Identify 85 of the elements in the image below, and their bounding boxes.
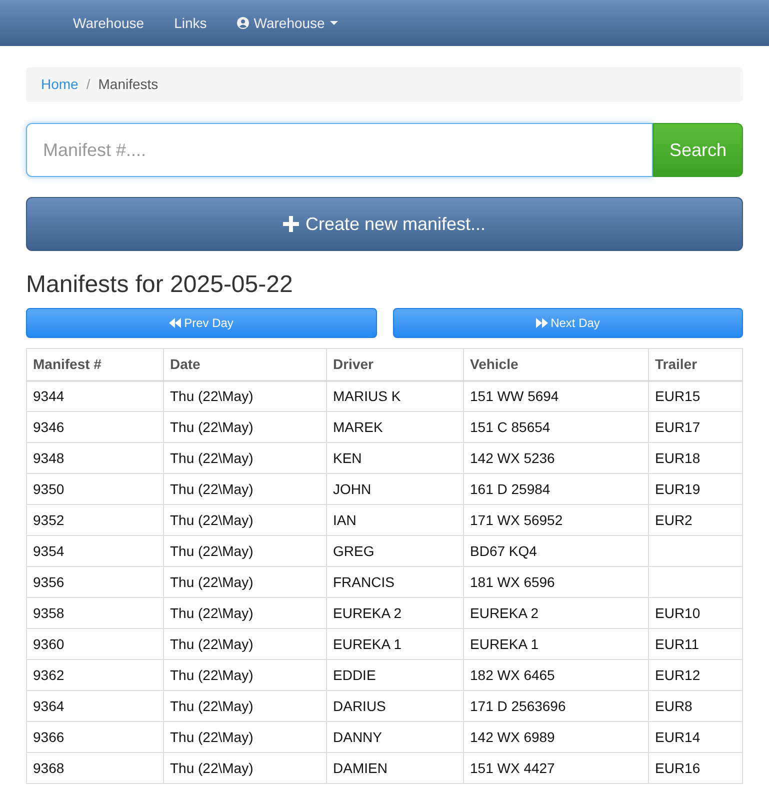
table-cell: EUR10	[648, 598, 742, 628]
table-cell: Thu (22\May)	[164, 660, 326, 690]
table-cell: 171 WX 56952	[464, 504, 648, 536]
table-cell: 9364	[26, 690, 164, 722]
table-cell: MAREK	[326, 412, 464, 442]
plus-icon	[283, 216, 300, 232]
table-cell: EUR8	[648, 690, 742, 722]
double-right-arrow-icon	[536, 318, 548, 328]
page-heading: Manifests for 2025-05-22	[26, 270, 294, 300]
table-cell: BD67 KQ4	[464, 536, 648, 566]
table-cell: IAN	[326, 504, 464, 536]
table-cell: Thu (22\May)	[164, 628, 326, 660]
table-cell: EUREKA 2	[464, 598, 648, 628]
table-cell: Thu (22\May)	[164, 412, 326, 442]
table-cell: 9358	[26, 598, 164, 628]
table-cell: 9354	[26, 536, 164, 566]
table-cell: JOHN	[326, 474, 464, 504]
table-cell: FRANCIS	[326, 566, 464, 598]
table-cell: MARIUS K	[326, 380, 464, 412]
column-header: Vehicle	[464, 348, 648, 380]
table-cell: EUR14	[648, 722, 742, 752]
table-cell: GREG	[326, 536, 464, 566]
table-cell: 151 C 85654	[464, 412, 648, 442]
table-cell: KEN	[326, 442, 464, 474]
table-cell: EUR16	[648, 752, 742, 784]
table-cell: EUREKA 1	[464, 628, 648, 660]
table-cell: EUR17	[648, 412, 742, 442]
search-button[interactable]: Search	[653, 123, 743, 177]
column-header: Trailer	[648, 348, 742, 380]
table-cell: 9362	[26, 660, 164, 690]
table-cell: Thu (22\May)	[164, 536, 326, 566]
table-cell: DAMIEN	[326, 752, 464, 784]
table-cell: EUR12	[648, 660, 742, 690]
table-cell: Thu (22\May)	[164, 752, 326, 784]
table-cell: 142 WX 6989	[464, 722, 648, 752]
table-cell: EUREKA 1	[326, 628, 464, 660]
nav-link[interactable]: Links	[159, 12, 222, 34]
table-cell: 151 WW 5694	[464, 380, 648, 412]
table-cell: 151 WX 4427	[464, 752, 648, 784]
user-menu[interactable]: Warehouse	[222, 12, 353, 34]
previous-day-button[interactable]: Prev Day	[26, 308, 376, 338]
nav-link[interactable]: Warehouse	[58, 12, 160, 34]
table-cell: Thu (22\May)	[164, 690, 326, 722]
next-day-button[interactable]: Next Day	[392, 308, 743, 338]
table-cell: 9352	[26, 504, 164, 536]
table-cell: 9366	[26, 722, 164, 752]
table-cell: EUR18	[648, 442, 742, 474]
table-cell: 9348	[26, 442, 164, 474]
breadcrumb-separator: /	[85, 75, 92, 94]
double-left-arrow-icon	[169, 318, 182, 328]
table-cell: 9360	[26, 628, 164, 660]
create-manifest-button[interactable]: Create new manifest...	[26, 197, 743, 251]
breadcrumb-link[interactable]: Home	[41, 74, 78, 95]
table-cell: EUR2	[648, 504, 742, 536]
table-cell: DARIUS	[326, 690, 464, 722]
table-cell: EUREKA 2	[326, 598, 464, 628]
table-cell: 182 WX 6465	[464, 660, 648, 690]
table-cell: Thu (22\May)	[164, 442, 326, 474]
search-field[interactable]: Manifest #....	[26, 123, 653, 177]
table-cell: EUR19	[648, 474, 742, 504]
caret-icon	[330, 21, 338, 25]
table-cell: 161 D 25984	[464, 474, 648, 504]
table-cell: Thu (22\May)	[164, 722, 326, 752]
table-cell: Thu (22\May)	[164, 598, 326, 628]
table-cell: Thu (22\May)	[164, 504, 326, 536]
table-cell: EDDIE	[326, 660, 464, 690]
table-cell: 181 WX 6596	[464, 566, 648, 598]
table-cell: 171 D 2563696	[464, 690, 648, 722]
column-header: Manifest #	[26, 348, 164, 380]
table-cell: Thu (22\May)	[164, 380, 326, 412]
table-cell: DANNY	[326, 722, 464, 752]
column-header: Date	[164, 348, 326, 380]
table-cell: 9346	[26, 412, 164, 442]
table-cell: 9344	[26, 380, 164, 412]
user-icon	[236, 17, 249, 29]
table-cell: Thu (22\May)	[164, 474, 326, 504]
table-cell: EUR11	[648, 628, 742, 660]
table-cell: 142 WX 5236	[464, 442, 648, 474]
table-cell: 9368	[26, 752, 164, 784]
table-cell: Thu (22\May)	[164, 566, 326, 598]
table-cell: 9350	[26, 474, 164, 504]
table-cell: 9356	[26, 566, 164, 598]
column-header: Driver	[326, 348, 464, 380]
breadcrumb-current: Manifests	[98, 75, 158, 94]
table-cell: EUR15	[648, 380, 742, 412]
